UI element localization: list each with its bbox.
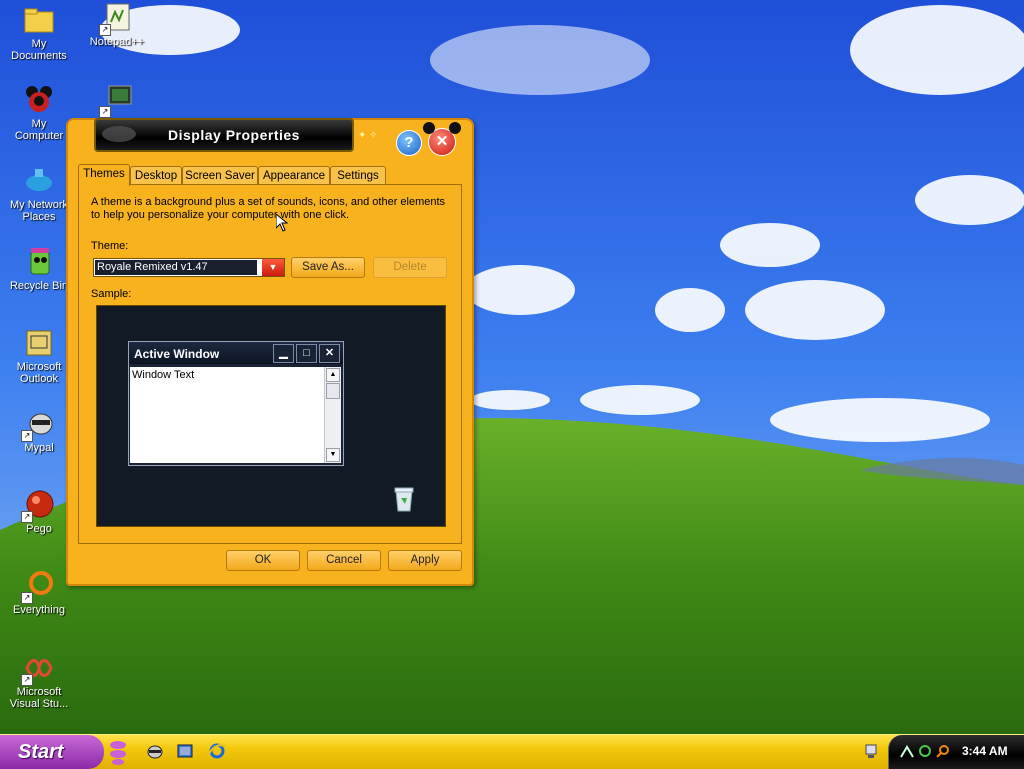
tray-network-icon[interactable] [862, 742, 880, 760]
desktop-icon-label: Notepad++ [89, 36, 145, 48]
ear-left-icon [423, 122, 435, 134]
sample-window-text: Window Text [130, 367, 324, 463]
desktop-icon-visual-studio[interactable]: ↗ Microsoft Visual Stu... [0, 652, 78, 710]
close-icon: ✕ [319, 344, 340, 363]
outlook-icon [23, 327, 55, 359]
save-as-button[interactable]: Save As... [291, 257, 365, 278]
quicklaunch-show-desktop-icon[interactable] [176, 742, 194, 760]
shortcut-arrow-icon: ↗ [21, 674, 33, 686]
delete-button[interactable]: Delete [373, 257, 447, 278]
taskbar: Start 3:44 AM [0, 734, 1024, 769]
sample-active-window: Active Window ▁ □ ✕ Window Text ▲ ▼ [128, 341, 344, 466]
start-decoration-icon [110, 741, 126, 765]
desktop-icon-label: My Documents [11, 38, 67, 62]
start-button[interactable]: Start [0, 735, 104, 769]
desktop-icon-unnamed[interactable]: ↗ [78, 84, 156, 118]
desktop-icon-notepadpp[interactable]: ↗ Notepad++ [78, 2, 156, 48]
theme-label: Theme: [91, 240, 129, 252]
desktop-icon-label: Microsoft Visual Stu... [9, 686, 69, 710]
stars-decoration-icon: ✦ ✧ [358, 130, 378, 141]
theme-dropdown[interactable]: Royale Remixed v1.47 ▼ [93, 258, 285, 277]
tray-safely-remove-icon[interactable] [899, 743, 915, 759]
shortcut-arrow-icon: ↗ [21, 511, 33, 523]
scroll-thumb [326, 383, 340, 399]
tab-desktop[interactable]: Desktop [130, 166, 182, 185]
sample-window-title: Active Window [134, 347, 220, 361]
scroll-up-icon: ▲ [326, 368, 340, 382]
desktop-icon-my-documents[interactable]: My Documents [0, 4, 78, 62]
maximize-icon: □ [296, 344, 317, 363]
close-button[interactable]: ✕ [423, 122, 461, 156]
notepad-icon: ↗ [99, 2, 133, 36]
shortcut-arrow-icon: ↗ [99, 106, 111, 118]
title-bar[interactable]: Display Properties [94, 118, 354, 152]
apply-button[interactable]: Apply [388, 550, 462, 571]
desktop-icon-label: Everything [13, 604, 65, 616]
monitor-icon: ↗ [99, 84, 133, 118]
sample-scrollbar: ▲ ▼ [324, 367, 341, 463]
ok-button[interactable]: OK [226, 550, 300, 571]
everything-search-icon: ↗ [21, 570, 55, 604]
recycle-bin-icon [394, 487, 414, 512]
tab-themes[interactable]: Themes [78, 164, 130, 186]
dropdown-arrow-icon[interactable]: ▼ [262, 259, 284, 276]
quicklaunch-internet-explorer-icon[interactable] [208, 742, 226, 760]
themes-panel: A theme is a background plus a set of so… [78, 184, 462, 544]
recycle-bin-icon [23, 246, 55, 278]
network-icon [23, 165, 55, 197]
tab-settings[interactable]: Settings [330, 166, 386, 185]
shortcut-arrow-icon: ↗ [99, 24, 111, 36]
help-button[interactable]: ? [396, 130, 422, 156]
folder-icon [23, 4, 55, 36]
tray-search-icon[interactable] [935, 743, 951, 759]
mouse-character-icon [23, 84, 55, 116]
mouse-cursor-icon [276, 214, 288, 232]
dialog-title: Display Properties [168, 127, 300, 143]
visual-studio-icon: ↗ [21, 652, 55, 686]
theme-dropdown-value: Royale Remixed v1.47 [95, 260, 257, 275]
mypal-raccoon-icon: ↗ [21, 408, 55, 442]
theme-preview: Active Window ▁ □ ✕ Window Text ▲ ▼ [96, 305, 446, 527]
shortcut-arrow-icon: ↗ [21, 592, 33, 604]
display-properties-dialog: Display Properties ✦ ✧ ? ✕ Themes Deskto… [66, 118, 474, 586]
theme-description: A theme is a background plus a set of so… [91, 196, 446, 221]
scroll-down-icon: ▼ [326, 448, 340, 462]
ear-right-icon [449, 122, 461, 134]
cancel-button[interactable]: Cancel [307, 550, 381, 571]
tab-appearance[interactable]: Appearance [258, 166, 330, 185]
tab-screen-saver[interactable]: Screen Saver [182, 166, 258, 185]
quicklaunch-mypal-icon[interactable] [146, 742, 164, 760]
sample-label: Sample: [91, 288, 132, 300]
taskbar-clock[interactable]: 3:44 AM [962, 744, 1008, 758]
shortcut-arrow-icon: ↗ [21, 430, 33, 442]
title-logo-icon [102, 126, 136, 142]
minimize-icon: ▁ [273, 344, 294, 363]
close-icon: ✕ [435, 133, 449, 150]
tray-recycle-icon[interactable] [917, 743, 933, 759]
pego-ball-icon: ↗ [21, 489, 55, 523]
sample-window-titlebar: Active Window ▁ □ ✕ [129, 342, 343, 364]
